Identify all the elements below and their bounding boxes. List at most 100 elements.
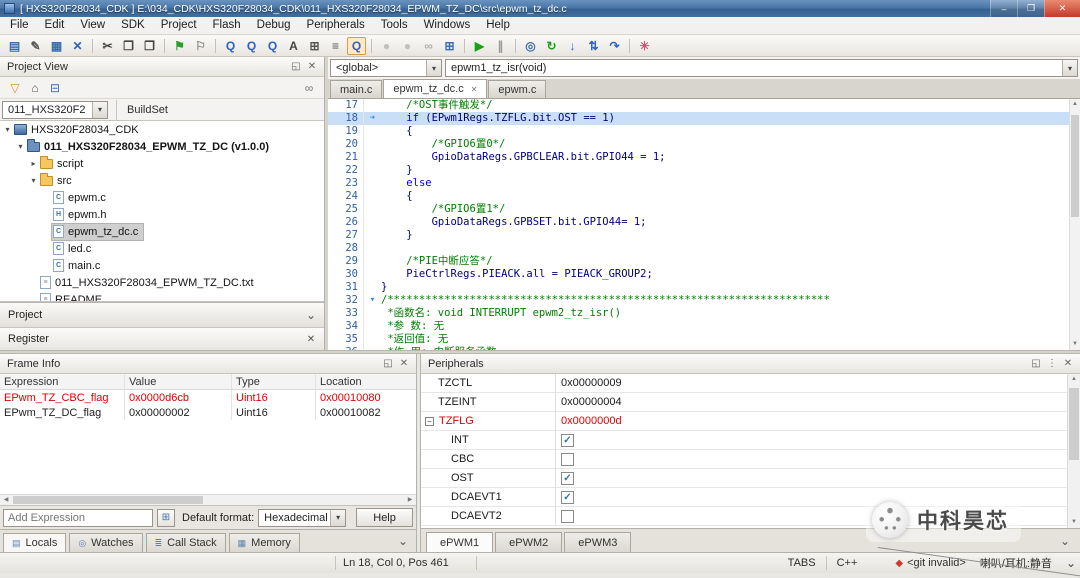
code-line-17[interactable]: 17 /*OST事件触发*/ — [328, 99, 1069, 112]
replace-icon[interactable]: A — [284, 37, 303, 55]
git-status[interactable]: <git invalid> — [907, 557, 966, 569]
open-file-icon[interactable]: ✎ — [26, 37, 45, 55]
debug-attach-icon[interactable]: ● — [377, 37, 396, 55]
tab-close-icon[interactable]: ✕ — [471, 85, 478, 94]
buildset-combo[interactable]: 011_HXS320F2 ▾ — [2, 100, 108, 119]
chevron-down-icon[interactable]: ⌄ — [306, 308, 316, 322]
scroll-down-icon[interactable]: ▼ — [1070, 339, 1080, 350]
tree-item-readme[interactable]: ≡ README — [0, 291, 324, 301]
build-grid-icon[interactable]: ⊞ — [440, 37, 459, 55]
editor-tab-epwm-tz-dc-c[interactable]: epwm_tz_dc.c ✕ — [383, 79, 488, 98]
tree-collapse-icon[interactable]: ▾ — [2, 125, 13, 134]
tab-watches[interactable]: ◎ Watches — [69, 533, 143, 552]
menu-tools[interactable]: Tools — [373, 17, 416, 34]
scrollbar-track[interactable] — [12, 495, 404, 505]
code-line-26[interactable]: 26 GpioDataRegs.GPBSET.bit.GPIO44= 1; — [328, 216, 1069, 229]
code-editor[interactable]: 17 /*OST事件触发*/18 ➔ if (EPwm1Regs.TZFLG.bi… — [328, 99, 1080, 350]
format-grid-icon[interactable]: ⊞ — [157, 508, 175, 527]
code-line-28[interactable]: 28 — [328, 242, 1069, 255]
menu-debug[interactable]: Debug — [249, 17, 299, 34]
menu-dots-icon[interactable]: ⋮ — [1044, 358, 1060, 369]
watch-row-epwm-tz-dc-flag[interactable]: EPwm_TZ_DC_flag 0x00000002 Uint16 0x0001008… — [0, 405, 416, 420]
search-active-icon[interactable]: Q — [347, 36, 366, 55]
tab-call-stack[interactable]: ≣ Call Stack — [145, 533, 226, 552]
float-panel-icon[interactable]: ◱ — [380, 358, 396, 369]
editor-scrollbar[interactable]: ▲ ▼ — [1069, 99, 1080, 350]
restart-icon[interactable]: ↻ — [542, 37, 561, 55]
paste-icon[interactable]: ❒ — [140, 37, 159, 55]
new-file-icon[interactable]: ▤ — [5, 37, 24, 55]
tree-item-epwm-c[interactable]: Cepwm.c — [0, 189, 324, 206]
bookmark-flag-icon[interactable]: ⚑ — [170, 37, 189, 55]
code-line-21[interactable]: 21 GpioDataRegs.GPBCLEAR.bit.GPIO44 = 1; — [328, 151, 1069, 164]
scrollbar-thumb[interactable] — [1071, 115, 1079, 217]
run-icon[interactable]: ▶ — [470, 37, 489, 55]
collapse-all-icon[interactable]: ⊟ — [45, 81, 65, 95]
maximize-button[interactable]: ❐ — [1017, 0, 1044, 17]
project-tab-bar[interactable]: Project ⌄ — [0, 302, 324, 327]
code-line-24[interactable]: 24 { — [328, 190, 1069, 203]
bit-checkbox[interactable]: ✓ — [561, 433, 574, 447]
editor-tab-main-c[interactable]: main.c — [330, 80, 383, 98]
close-icon[interactable]: ✕ — [304, 334, 318, 345]
register-row-int[interactable]: INT ✓ — [421, 431, 1067, 450]
column-header-value[interactable]: Value — [125, 374, 232, 389]
tree-item-epwm-tz-dc-c[interactable]: Cepwm_tz_dc.c — [0, 222, 324, 241]
search-in-files-icon[interactable]: Q — [242, 37, 261, 55]
code-line-34[interactable]: 34 *参 数: 无 — [328, 320, 1069, 333]
bit-checkbox[interactable] — [561, 452, 574, 466]
menu-help[interactable]: Help — [478, 17, 518, 34]
step-over-icon[interactable]: ↷ — [605, 37, 624, 55]
tree-item-epwm-h[interactable]: Hepwm.h — [0, 206, 324, 223]
tree-item-led-c[interactable]: Cled.c — [0, 240, 324, 257]
menu-flash[interactable]: Flash — [205, 17, 249, 34]
add-expression-input[interactable] — [3, 508, 153, 527]
bit-checkbox[interactable] — [561, 509, 574, 523]
symbol-combo[interactable]: epwm1_tz_isr(void) ▾ — [445, 59, 1078, 77]
scrollbar-thumb[interactable] — [13, 496, 203, 504]
code-line-30[interactable]: 30 PieCtrlRegs.PIEACK.all = PIEACK_GROUP… — [328, 268, 1069, 281]
chevron-down-icon[interactable]: ▾ — [330, 509, 346, 526]
bit-checkbox[interactable]: ✓ — [561, 471, 574, 485]
tree-collapse-icon[interactable]: ▾ — [15, 142, 26, 151]
chevron-down-icon[interactable]: ⌄ — [1060, 534, 1070, 548]
tab-locals[interactable]: ▤ Locals — [3, 533, 67, 552]
code-line-20[interactable]: 20 /*GPIO6置0*/ — [328, 138, 1069, 151]
scope-combo[interactable]: <global> ▾ — [330, 59, 442, 77]
tab-epwm2[interactable]: ePWM2 — [495, 532, 563, 552]
code-line-22[interactable]: 22 } — [328, 164, 1069, 177]
code-line-25[interactable]: 25 /*GPIO6置1*/ — [328, 203, 1069, 216]
register-panel-header[interactable]: Register ✕ — [0, 327, 324, 350]
collapse-icon[interactable]: − — [425, 416, 434, 426]
menu-edit[interactable]: Edit — [37, 17, 73, 34]
code-line-32[interactable]: 32 ▾/************************************… — [328, 294, 1069, 307]
tab-epwm3[interactable]: ePWM3 — [564, 532, 632, 552]
tree-item-main-c[interactable]: Cmain.c — [0, 257, 324, 274]
register-row-dcaevt2[interactable]: DCAEVT2 — [421, 507, 1067, 526]
audio-status[interactable]: 喇叭/耳机:静音 — [980, 555, 1052, 571]
close-panel-icon[interactable]: ✕ — [1060, 358, 1076, 369]
search-symbol-icon[interactable]: Q — [263, 37, 282, 55]
indent-mode[interactable]: TABS — [780, 557, 816, 569]
close-file-icon[interactable]: ✕ — [68, 37, 87, 55]
link-with-editor-icon[interactable]: ∞ — [299, 81, 319, 95]
scroll-down-icon[interactable]: ▼ — [1068, 517, 1080, 528]
close-panel-icon[interactable]: ✕ — [304, 61, 320, 72]
menu-project[interactable]: Project — [153, 17, 205, 34]
code-line-29[interactable]: 29 /*PIE中断应答*/ — [328, 255, 1069, 268]
menu-file[interactable]: File — [2, 17, 37, 34]
tree-item-hxs320f28034-cdk[interactable]: ▾ HXS320F28034_CDK — [0, 121, 324, 138]
tab-epwm1[interactable]: ePWM1 — [426, 532, 494, 552]
language-mode[interactable]: C++ — [837, 557, 858, 569]
column-header-type[interactable]: Type — [232, 374, 316, 389]
scroll-up-icon[interactable]: ▲ — [1070, 99, 1080, 110]
close-button[interactable]: ✕ — [1044, 0, 1080, 17]
link-icon[interactable]: ∞ — [419, 37, 438, 55]
chevron-down-icon[interactable]: ⌄ — [398, 534, 408, 548]
search-icon[interactable]: Q — [221, 37, 240, 55]
register-row-ost[interactable]: OST ✓ — [421, 469, 1067, 488]
code-line-19[interactable]: 19 { — [328, 125, 1069, 138]
tree-item-011-hxs320f28034-epwm-tz-dc-v1-0-0[interactable]: ▾ 011_HXS320F28034_EPWM_TZ_DC (v1.0.0) — [0, 138, 324, 155]
tree-expand-icon[interactable]: ▸ — [28, 159, 39, 168]
step-out-icon[interactable]: ⇅ — [584, 37, 603, 55]
